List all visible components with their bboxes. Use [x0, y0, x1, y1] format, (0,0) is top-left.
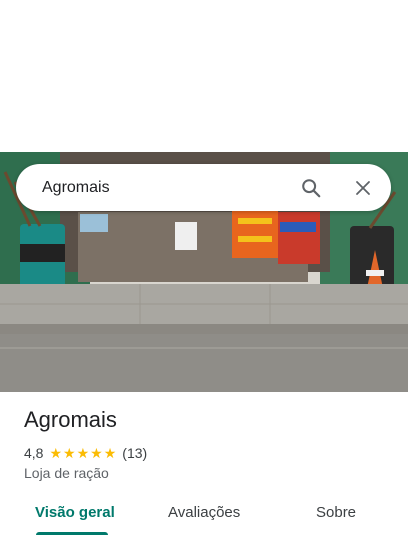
tab-bar: Visão geral Avaliações Sobre: [0, 496, 408, 544]
place-category[interactable]: Loja de ração: [24, 465, 109, 481]
star-icon: ★: [49, 445, 63, 461]
active-tab-indicator: [36, 532, 108, 535]
rating-value: 4,8: [24, 445, 44, 461]
tab-about[interactable]: Sobre: [316, 504, 356, 521]
star-icon: ★: [63, 445, 76, 461]
review-count[interactable]: (13): [122, 445, 147, 461]
star-icon: ★: [103, 445, 117, 461]
close-icon[interactable]: [345, 170, 381, 206]
rating-stars: ★ ★ ★ ★ ★: [49, 446, 116, 460]
tab-reviews[interactable]: Avaliações: [168, 504, 240, 521]
place-title: Agromais: [24, 407, 117, 432]
search-bar[interactable]: [16, 164, 391, 211]
rating-row[interactable]: 4,8 ★ ★ ★ ★ ★ (13): [24, 444, 147, 462]
star-icon: ★: [76, 445, 90, 461]
search-icon[interactable]: [293, 170, 329, 206]
search-input[interactable]: [40, 171, 293, 204]
tab-overview[interactable]: Visão geral: [35, 504, 115, 521]
star-icon: ★: [90, 445, 103, 461]
